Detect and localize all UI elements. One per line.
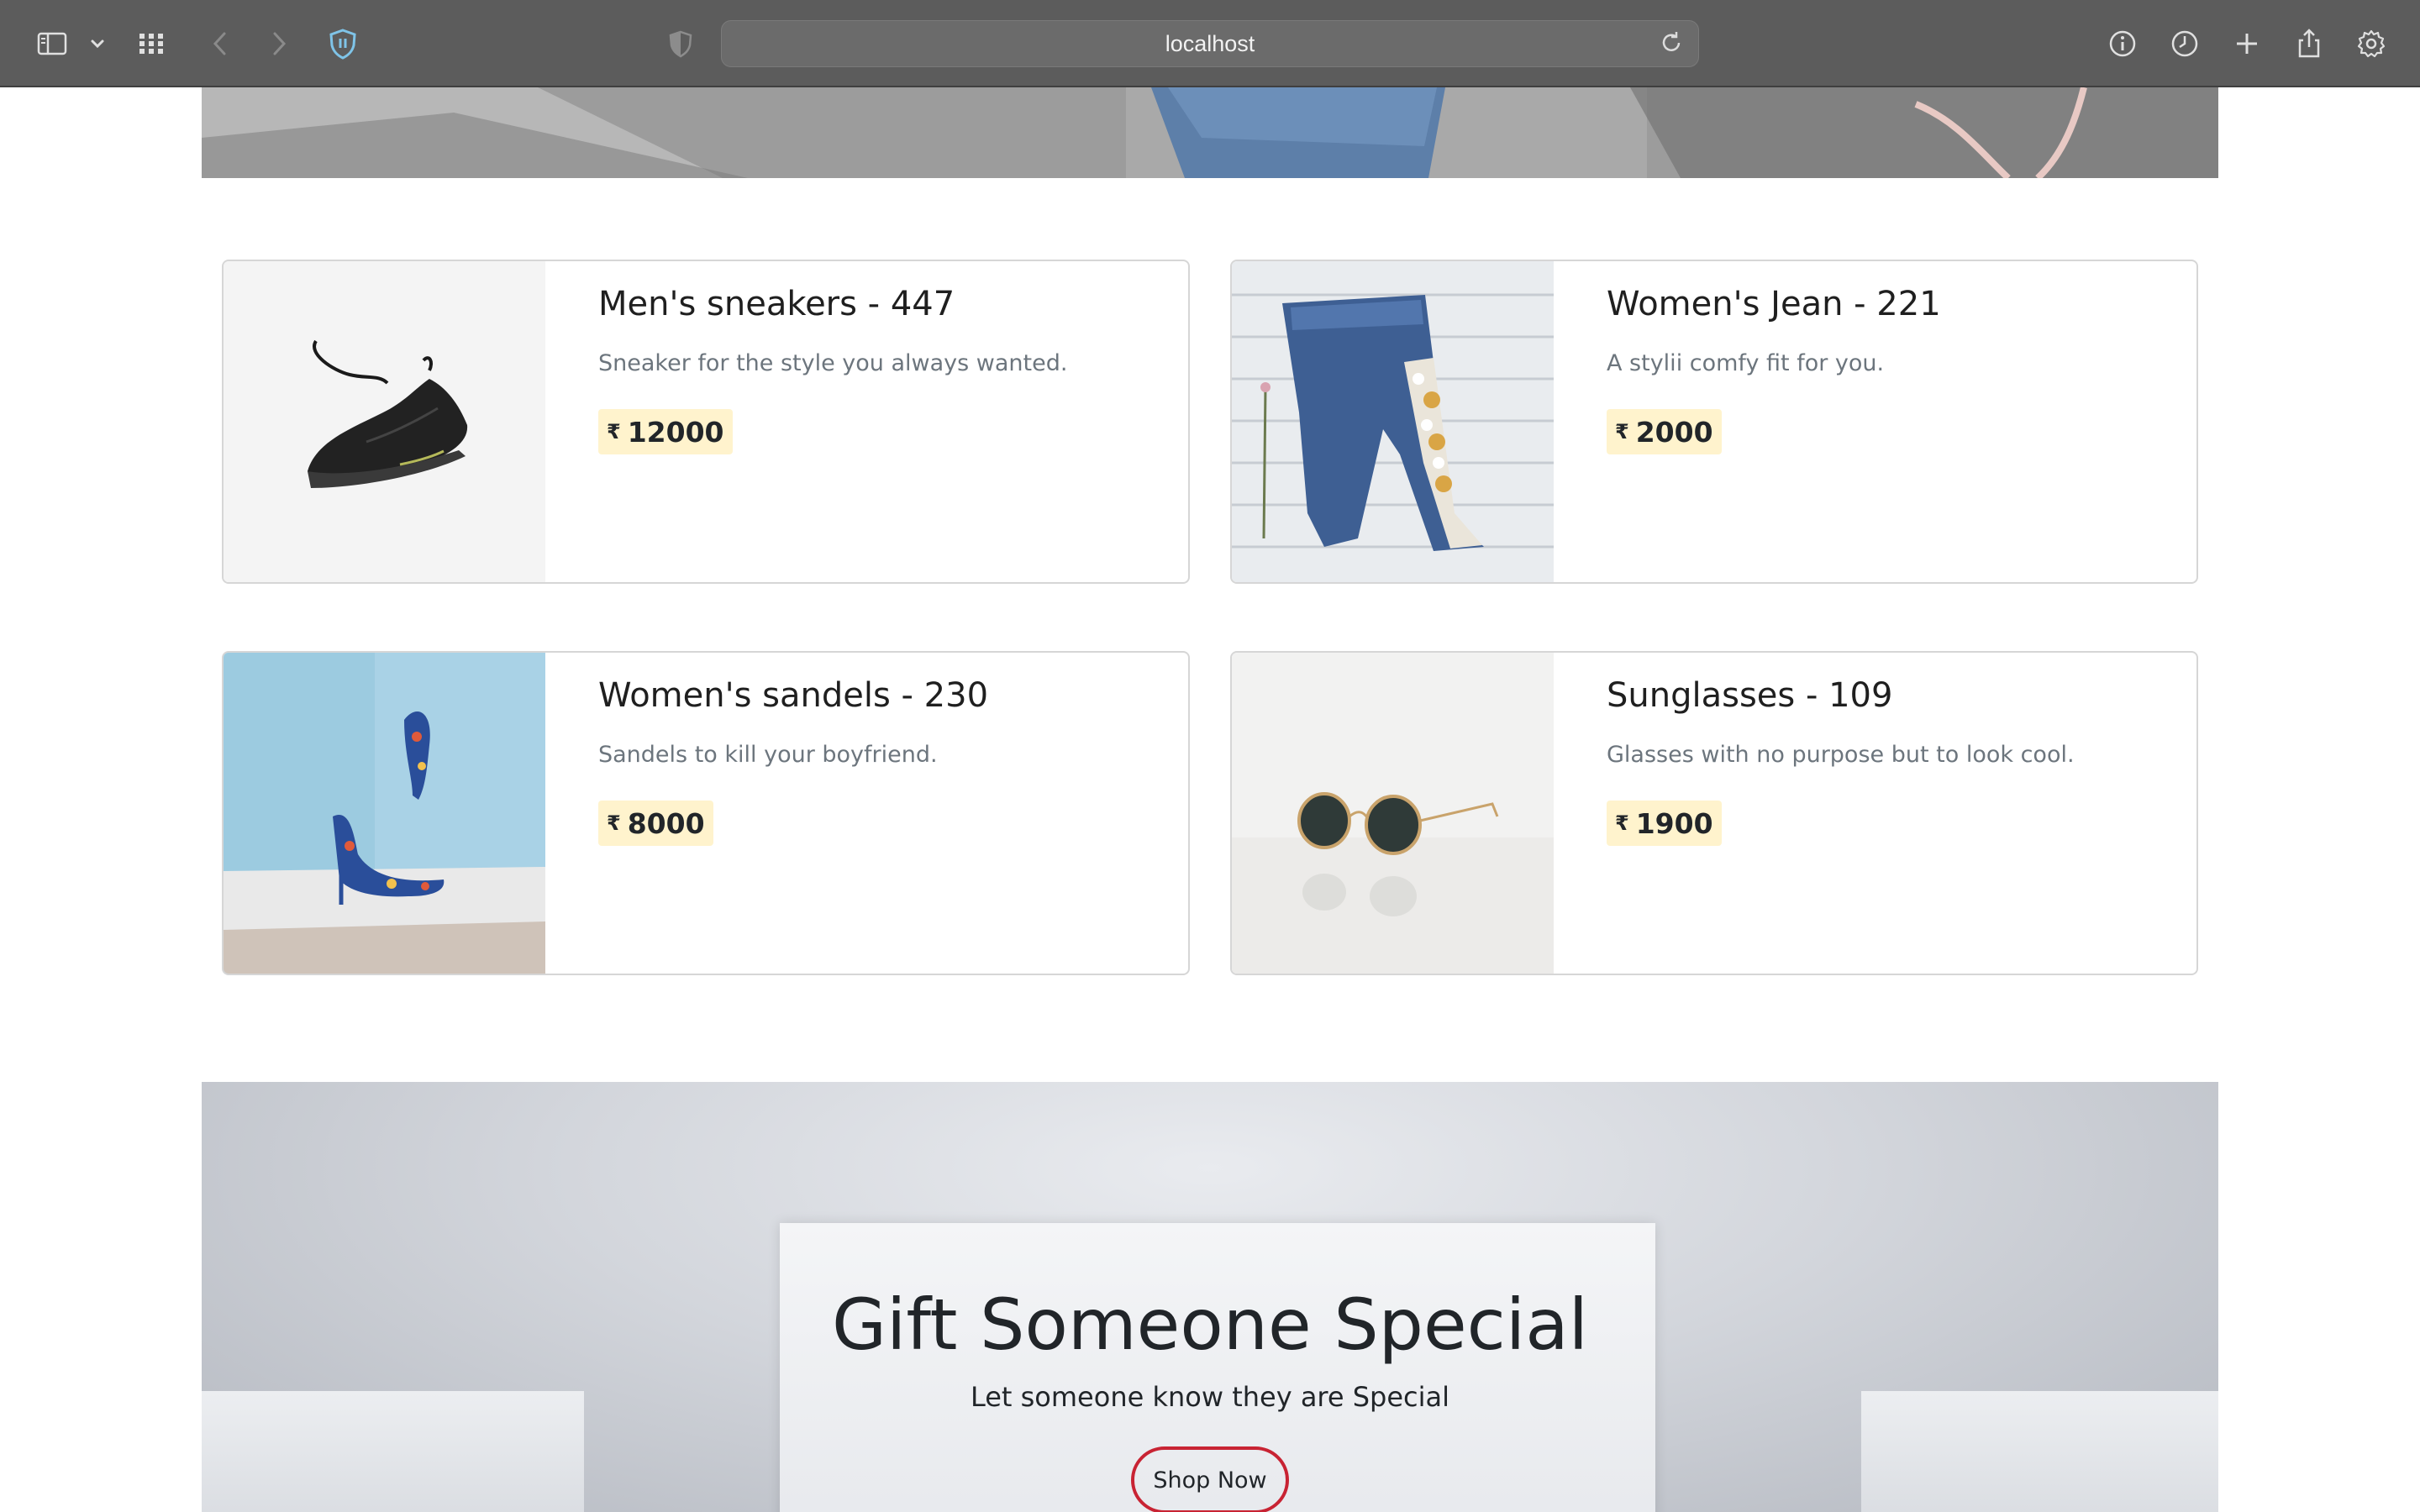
rupee-icon: ₹: [1615, 420, 1629, 444]
price-badge: ₹ 1900: [1607, 801, 1722, 846]
promo-subheading: Let someone know they are Special: [970, 1381, 1450, 1413]
history-icon[interactable]: [2163, 22, 2207, 66]
sneaker-image: [224, 261, 545, 582]
product-title[interactable]: Women's sandels - 230: [598, 676, 988, 715]
gear-icon[interactable]: [2349, 22, 2393, 66]
browser-toolbar: localhost: [0, 0, 2420, 87]
price-value: 2000: [1635, 415, 1713, 449]
product-description: Glasses with no purpose but to look cool…: [1607, 742, 2075, 768]
product-card[interactable]: Sunglasses - 109 Glasses with no purpose…: [1230, 651, 2198, 975]
plus-icon[interactable]: [2225, 22, 2269, 66]
url-text: localhost: [1165, 30, 1255, 56]
rupee-icon: ₹: [607, 811, 621, 835]
address-bar[interactable]: localhost: [721, 20, 1699, 67]
product-title[interactable]: Women's Jean - 221: [1607, 285, 1941, 323]
back-icon[interactable]: [198, 22, 242, 66]
promo-heading: Gift Someone Special: [831, 1284, 1589, 1366]
rupee-icon: ₹: [1615, 811, 1629, 835]
heels-image: [224, 653, 545, 974]
product-card[interactable]: Women's sandels - 230 Sandels to kill yo…: [222, 651, 1190, 975]
rupee-icon: ₹: [607, 420, 621, 444]
chevron-down-icon[interactable]: [76, 22, 119, 66]
product-description: Sandels to kill your boyfriend.: [598, 742, 938, 768]
price-value: 12000: [627, 415, 724, 449]
product-description: Sneaker for the style you always wanted.: [598, 350, 1068, 376]
price-badge: ₹ 8000: [598, 801, 713, 846]
share-icon[interactable]: [2287, 22, 2331, 66]
product-title[interactable]: Men's sneakers - 447: [598, 285, 955, 323]
hero-image: [202, 87, 2218, 178]
sidebar-icon[interactable]: [30, 22, 74, 66]
product-card[interactable]: Men's sneakers - 447 Sneaker for the sty…: [222, 260, 1190, 584]
reload-icon[interactable]: [1658, 29, 1688, 60]
product-description: A stylii comfy fit for you.: [1607, 350, 1885, 376]
forward-icon[interactable]: [257, 22, 301, 66]
jeans-image: [1232, 261, 1554, 582]
price-value: 1900: [1635, 806, 1713, 840]
price-badge: ₹ 12000: [598, 409, 733, 454]
price-badge: ₹ 2000: [1607, 409, 1722, 454]
price-value: 8000: [627, 806, 705, 840]
shield-icon[interactable]: [321, 22, 365, 66]
privacy-icon[interactable]: [659, 22, 702, 66]
product-card[interactable]: Women's Jean - 221 A stylii comfy fit fo…: [1230, 260, 2198, 584]
promo-banner: Gift Someone Special Let someone know th…: [202, 1082, 2218, 1512]
grid-icon[interactable]: [129, 22, 173, 66]
sunglasses-image: [1232, 653, 1554, 974]
info-icon[interactable]: [2101, 22, 2144, 66]
shop-now-button[interactable]: Shop Now: [1131, 1446, 1289, 1512]
product-title[interactable]: Sunglasses - 109: [1607, 676, 1892, 715]
